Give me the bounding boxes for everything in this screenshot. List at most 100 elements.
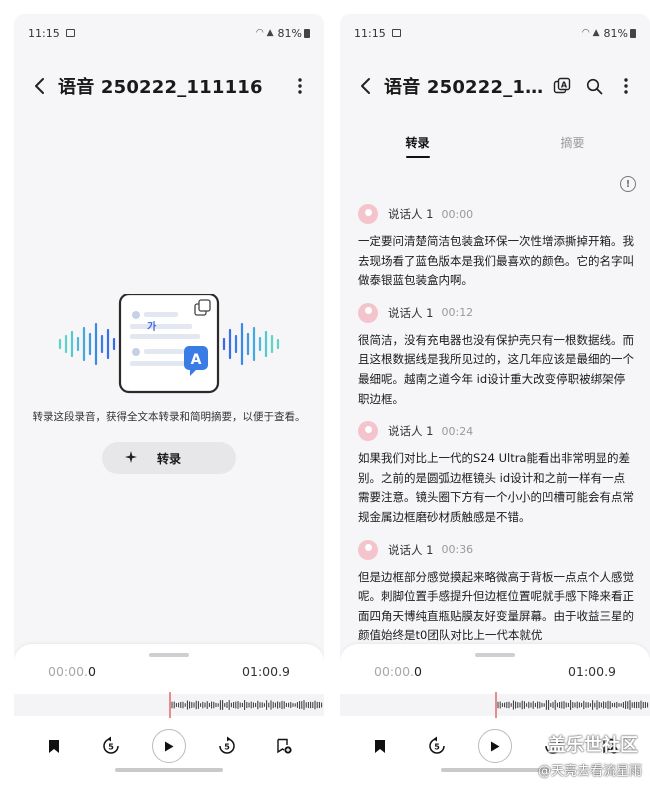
speaker-name[interactable]: 说话人 1 xyxy=(388,206,433,222)
search-icon xyxy=(586,78,602,94)
transcript-segment: 说话人 1 00:00 一定要问清楚简洁包装盒环保一次性增添撕掉开箱。我去现场看… xyxy=(358,202,636,291)
info-icon[interactable]: ! xyxy=(620,176,636,192)
battery-icon xyxy=(304,28,310,38)
rewind-5-icon: 5 xyxy=(429,736,445,754)
svg-text:5: 5 xyxy=(224,743,230,752)
bookmark-button[interactable] xyxy=(36,728,72,764)
back-arrow-icon xyxy=(361,78,370,94)
right-soundwave-icon xyxy=(222,322,280,366)
status-time: 11:15 xyxy=(354,26,386,40)
sheet-handle[interactable] xyxy=(475,653,515,657)
add-bookmark-button[interactable] xyxy=(266,728,302,764)
left-soundwave-icon xyxy=(58,322,116,366)
play-button[interactable] xyxy=(151,728,187,764)
speaker-name[interactable]: 说话人 1 xyxy=(388,423,433,439)
app-bar: 语音 250222_111116 xyxy=(14,66,324,106)
status-time: 11:15 xyxy=(28,26,60,40)
recording-title: 语音 250222_111116 xyxy=(58,77,263,98)
sparkle-icon xyxy=(125,451,137,463)
gesture-nav-bar[interactable] xyxy=(441,768,549,772)
rewind-5-icon: 5 xyxy=(103,736,119,754)
back-button[interactable] xyxy=(348,68,384,104)
translate-button[interactable]: A xyxy=(546,68,578,104)
search-button[interactable] xyxy=(578,68,610,104)
sheet-handle[interactable] xyxy=(149,653,189,657)
tab-transcript[interactable]: 转录 xyxy=(340,132,495,162)
speaker-avatar-icon[interactable] xyxy=(358,539,378,560)
more-vertical-icon xyxy=(298,78,302,94)
battery-percent: 81% xyxy=(277,26,302,40)
tab-active-indicator xyxy=(405,156,430,158)
gallery-notification-icon xyxy=(391,29,401,37)
more-options-button[interactable] xyxy=(610,68,642,104)
speaker-avatar-icon[interactable] xyxy=(358,302,378,323)
more-options-button[interactable] xyxy=(284,68,316,104)
svg-text:가: 가 xyxy=(147,320,157,333)
back-arrow-icon xyxy=(35,78,44,94)
forward-5-button[interactable]: 5 xyxy=(209,728,245,764)
segment-timestamp[interactable]: 00:24 xyxy=(441,425,473,438)
transcript-segment: 说话人 1 00:24 如果我们对比上一代的S24 Ultra能看出非常明显的差… xyxy=(358,419,636,527)
play-button[interactable] xyxy=(477,728,513,764)
left-screen: 11:15 ◠ ▲ 81% 语音 250222_111116 가 A 转录这段录… xyxy=(14,14,324,782)
status-bar: 11:15 ◠ ▲ 81% xyxy=(14,14,324,52)
recording-title: 语音 250222_111... xyxy=(384,77,546,98)
forward-5-icon: 5 xyxy=(219,736,235,754)
tab-bar: 转录 摘要 xyxy=(340,132,650,162)
transcribe-illustration: 가 A xyxy=(14,292,324,394)
tab-summary[interactable]: 摘要 xyxy=(495,132,650,162)
transcript-segment: 说话人 1 00:12 很简洁，没有充电器也没有保护壳只有一根数据线。而且这根数… xyxy=(358,301,636,409)
time-row: 00:00.0 01:00.9 xyxy=(340,664,650,686)
gesture-nav-bar[interactable] xyxy=(115,768,223,772)
speaker-name[interactable]: 说话人 1 xyxy=(388,542,433,558)
play-icon xyxy=(491,741,500,751)
right-screen: 11:15 ◠ ▲ 81% 语音 250222_111... A 转录 摘要 ! xyxy=(340,14,650,782)
battery-icon xyxy=(630,28,636,38)
segment-text: 但是边框部分感觉摸起来略微高于背板一点点个人感觉呢。刺脚位置手感提升但边框位置呢… xyxy=(358,569,634,643)
speaker-name[interactable]: 说话人 1 xyxy=(388,305,433,321)
playhead[interactable] xyxy=(495,692,497,718)
time-row: 00:00.0 01:00.9 xyxy=(14,664,324,686)
battery-percent: 81% xyxy=(603,26,628,40)
speaker-avatar-icon[interactable] xyxy=(358,421,378,442)
wifi-signal-icon: ◠ ▲ xyxy=(581,28,600,38)
watermark-site: 盖乐世社区 xyxy=(548,735,638,756)
current-time: 00:00.0 xyxy=(48,664,96,679)
current-time: 00:00.0 xyxy=(374,664,422,679)
watermark-author: @天亮去看流星雨 xyxy=(537,764,642,779)
playhead[interactable] xyxy=(169,692,171,718)
svg-text:A: A xyxy=(191,352,202,368)
svg-text:5: 5 xyxy=(108,743,114,752)
segment-timestamp[interactable]: 00:00 xyxy=(441,208,473,221)
back-button[interactable] xyxy=(22,68,58,104)
svg-text:5: 5 xyxy=(434,743,440,752)
playback-controls: 5 5 xyxy=(14,728,324,768)
waveform-scrubber[interactable] xyxy=(14,692,324,718)
segment-text: 如果我们对比上一代的S24 Ultra能看出非常明显的差别。之前的是圆弧边框镜头… xyxy=(358,451,634,524)
transcribe-button-label: 转录 xyxy=(156,451,181,466)
wifi-signal-icon: ◠ ▲ xyxy=(255,28,274,38)
segment-text: 很简洁，没有充电器也没有保护壳只有一根数据线。而且这根数据线是我所见过的，这几年… xyxy=(358,332,634,406)
bookmark-button[interactable] xyxy=(362,728,398,764)
bookmark-icon xyxy=(49,739,59,753)
rewind-5-button[interactable]: 5 xyxy=(93,728,129,764)
segment-timestamp[interactable]: 00:12 xyxy=(441,306,473,319)
total-duration: 01:00.9 xyxy=(242,664,290,679)
transcribe-button[interactable]: 转录 xyxy=(102,442,236,474)
total-duration: 01:00.9 xyxy=(568,664,616,679)
player-panel: 00:00.0 01:00.9 5 5 xyxy=(14,644,324,782)
segment-text: 一定要问清楚简洁包装盒环保一次性增添撕掉开箱。我去现场看了蓝色版本是我们最喜欢的… xyxy=(358,234,634,288)
rewind-5-button[interactable]: 5 xyxy=(419,728,455,764)
app-bar: 语音 250222_111... A xyxy=(340,66,650,106)
bookmark-icon xyxy=(375,739,385,753)
gallery-notification-icon xyxy=(65,29,75,37)
translate-icon: A xyxy=(553,77,571,94)
play-icon xyxy=(165,741,174,751)
segment-timestamp[interactable]: 00:36 xyxy=(441,543,473,556)
waveform-scrubber[interactable] xyxy=(340,692,650,718)
add-bookmark-icon xyxy=(277,738,292,754)
speaker-avatar-icon[interactable] xyxy=(358,204,378,224)
status-bar: 11:15 ◠ ▲ 81% xyxy=(340,14,650,52)
transcribe-prompt: 转录这段录音，获得全文本转录和简明摘要，以便于查看。 xyxy=(32,411,306,423)
transcript-list: 说话人 1 00:00 一定要问清楚简洁包装盒环保一次性增添撕掉开箱。我去现场看… xyxy=(358,202,636,656)
